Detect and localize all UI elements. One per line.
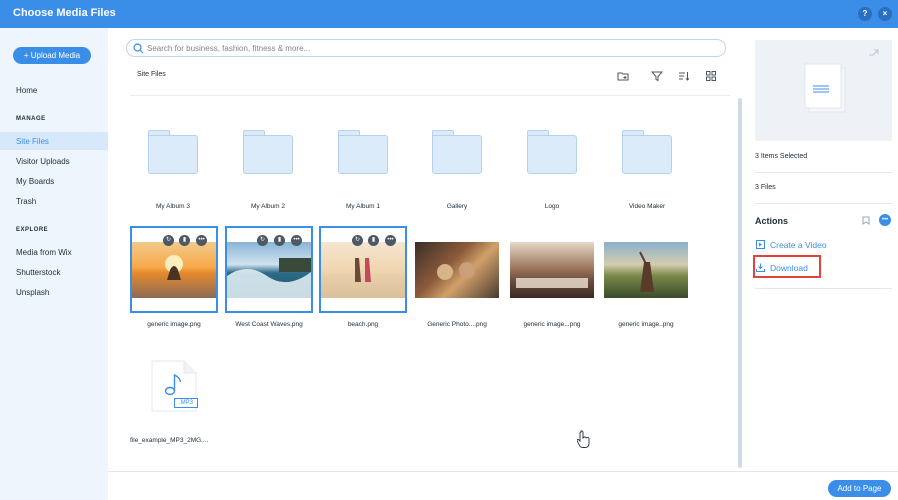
filter-icon[interactable] <box>651 70 663 82</box>
sidebar-item-unsplash[interactable]: Unsplash <box>16 288 49 297</box>
party-image <box>437 262 475 280</box>
replace-icon[interactable]: ↻ <box>352 235 363 246</box>
mp3-badge: .MP3 <box>174 398 198 408</box>
folder-name: Video Maker <box>628 203 666 210</box>
download-link[interactable]: Download <box>770 263 808 273</box>
concert-crowd-image <box>639 251 654 292</box>
new-folder-icon[interactable] <box>617 70 629 82</box>
image-thumbnail[interactable] <box>604 242 688 298</box>
sidebar: + Upload Media Home MANAGE Site Files Vi… <box>0 28 108 500</box>
grid-view-icon[interactable] <box>705 70 717 82</box>
sidebar-item-trash[interactable]: Trash <box>16 197 36 206</box>
search-placeholder: Search for business, fashion, fitness & … <box>147 44 311 53</box>
sidebar-item-my-boards[interactable]: My Boards <box>16 177 54 186</box>
image-name: beach.png <box>347 321 379 328</box>
files-stack-icon <box>804 49 879 113</box>
audio-file-name: file_example_MP3_2MG.... <box>130 437 209 444</box>
image-name: West Coast Waves.png <box>235 321 303 328</box>
sidebar-item-shutterstock[interactable]: Shutterstock <box>16 268 60 277</box>
details-divider <box>755 172 892 173</box>
hand-cursor-icon <box>577 430 590 448</box>
bookmark-icon[interactable] <box>862 216 870 225</box>
replace-icon[interactable]: ↻ <box>257 235 268 246</box>
folder-name: My Album 3 <box>156 203 190 210</box>
image-thumbnail[interactable] <box>321 242 405 298</box>
search-icon <box>133 43 144 54</box>
folder-name: Gallery <box>446 203 468 210</box>
folder-name: My Album 2 <box>251 203 285 210</box>
sort-icon[interactable] <box>678 70 690 82</box>
folder-name: My Album 1 <box>346 203 380 210</box>
search-input[interactable]: Search for business, fashion, fitness & … <box>126 39 726 57</box>
close-button[interactable]: × <box>878 7 892 21</box>
breadcrumb: Site Files <box>137 71 166 78</box>
video-icon <box>756 240 765 249</box>
beach-couple-image <box>355 258 371 282</box>
folder-name: Logo <box>544 203 560 210</box>
bookmark-icon[interactable]: ▮ <box>179 235 190 246</box>
replace-icon[interactable]: ↻ <box>163 235 174 246</box>
manage-header: MANAGE <box>16 116 46 122</box>
image-name: generic image...png <box>523 321 581 328</box>
image-name: generic image.png <box>147 321 201 328</box>
selection-preview <box>755 40 892 141</box>
details-divider <box>755 288 892 289</box>
selected-count: 3 Items Selected <box>755 153 808 160</box>
image-thumbnail[interactable] <box>227 242 311 298</box>
more-actions-icon[interactable]: ••• <box>879 214 891 226</box>
image-thumbnail[interactable] <box>415 242 499 298</box>
folder-icon[interactable] <box>527 130 577 174</box>
folder-icon[interactable] <box>338 130 388 174</box>
footer-divider <box>108 471 898 472</box>
file-count: 3 Files <box>755 184 776 191</box>
image-name: generic image..png <box>618 321 674 328</box>
waves-image <box>227 258 311 298</box>
details-divider <box>755 203 892 204</box>
sunset-meditation-image <box>165 255 183 280</box>
image-name: Generic Photo....png <box>427 321 487 328</box>
folder-icon[interactable] <box>243 130 293 174</box>
window-title: Choose Media Files <box>13 7 116 19</box>
bookmark-icon[interactable]: ▮ <box>274 235 285 246</box>
explore-header: EXPLORE <box>16 227 49 233</box>
upload-media-button[interactable]: + Upload Media <box>13 47 91 64</box>
add-to-page-button[interactable]: Add to Page <box>828 480 891 497</box>
image-thumbnail[interactable] <box>132 242 216 298</box>
sidebar-item-home[interactable]: Home <box>16 86 37 95</box>
actions-title: Actions <box>755 216 789 226</box>
bookmark-icon[interactable]: ▮ <box>368 235 379 246</box>
more-icon[interactable]: ••• <box>196 235 207 246</box>
create-video-link[interactable]: Create a Video <box>770 240 827 250</box>
folder-icon[interactable] <box>148 130 198 174</box>
sidebar-item-site-files[interactable]: Site Files <box>16 137 49 146</box>
folder-icon[interactable] <box>432 130 482 174</box>
download-icon <box>756 263 765 272</box>
sidebar-item-visitor-uploads[interactable]: Visitor Uploads <box>16 157 70 166</box>
folder-icon[interactable] <box>622 130 672 174</box>
help-button[interactable]: ? <box>858 7 872 21</box>
title-bar: Choose Media Files ? × <box>0 0 898 28</box>
sidebar-item-media-from-wix[interactable]: Media from Wix <box>16 248 72 257</box>
image-thumbnail[interactable] <box>510 242 594 298</box>
dinner-party-image <box>516 278 588 288</box>
toolbar-divider <box>130 95 730 96</box>
more-icon[interactable]: ••• <box>291 235 302 246</box>
more-icon[interactable]: ••• <box>385 235 396 246</box>
